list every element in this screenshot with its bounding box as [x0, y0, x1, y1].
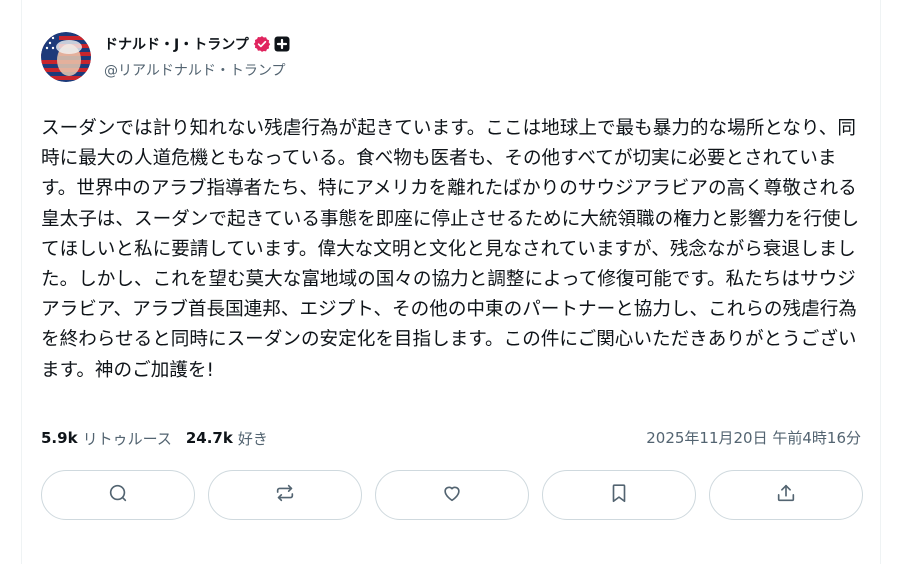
- retruth-button[interactable]: [208, 470, 362, 520]
- author-handle[interactable]: @リアルドナルド・トランプ: [104, 60, 285, 80]
- share-button[interactable]: [709, 470, 863, 520]
- reply-icon: [107, 482, 129, 508]
- author-name-row: ドナルド・J・トランプ: [104, 33, 290, 55]
- verified-badge-icon: [253, 35, 271, 53]
- share-icon: [775, 482, 797, 508]
- reply-button[interactable]: [41, 470, 195, 520]
- post-stats: 5.9k リトゥルース 24.7k 好き: [41, 425, 268, 451]
- plus-badge-icon: [274, 36, 290, 52]
- like-icon: [441, 482, 463, 508]
- retruth-label[interactable]: リトゥルース: [83, 428, 172, 449]
- display-name[interactable]: ドナルド・J・トランプ: [104, 34, 249, 54]
- post-text: スーダンでは計り知れない残虐行為が起きています。ここは地球上で最も暴力的な場所と…: [41, 118, 860, 381]
- like-label[interactable]: 好き: [238, 428, 268, 449]
- avatar[interactable]: [41, 32, 91, 82]
- bookmark-icon: [608, 482, 630, 508]
- retruth-icon: [274, 482, 296, 508]
- bookmark-button[interactable]: [542, 470, 696, 520]
- post-timestamp[interactable]: 2025年11月20日 午前4時16分: [646, 425, 861, 451]
- like-button[interactable]: [375, 470, 529, 520]
- post-card: ドナルド・J・トランプ @リアルドナルド・トランプ スーダンでは計り知れない残虐…: [21, 0, 881, 564]
- like-count[interactable]: 24.7k: [186, 429, 233, 447]
- retruth-count[interactable]: 5.9k: [41, 429, 78, 447]
- action-bar: [41, 470, 863, 522]
